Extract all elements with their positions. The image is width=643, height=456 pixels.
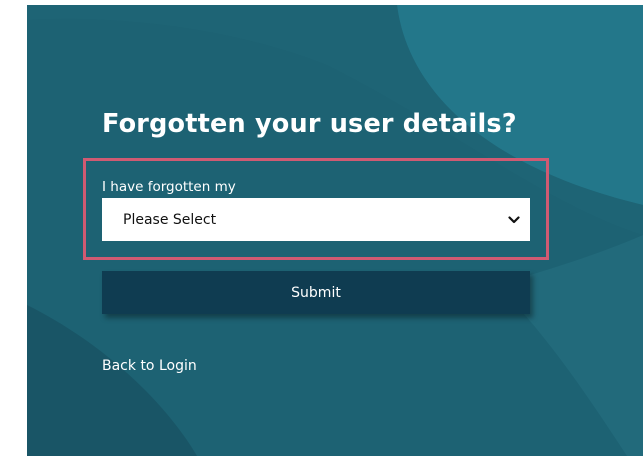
- forgot-details-panel: Forgotten your user details? I have forg…: [27, 5, 643, 456]
- select-current-value: Please Select: [123, 211, 217, 228]
- chevron-down-icon: [508, 215, 520, 224]
- back-to-login-link[interactable]: Back to Login: [102, 358, 197, 374]
- submit-button[interactable]: Submit: [102, 271, 530, 314]
- forgotten-item-select[interactable]: Please Select: [102, 198, 530, 241]
- page-title: Forgotten your user details?: [102, 109, 517, 139]
- forgotten-field-label: I have forgotten my: [102, 179, 236, 195]
